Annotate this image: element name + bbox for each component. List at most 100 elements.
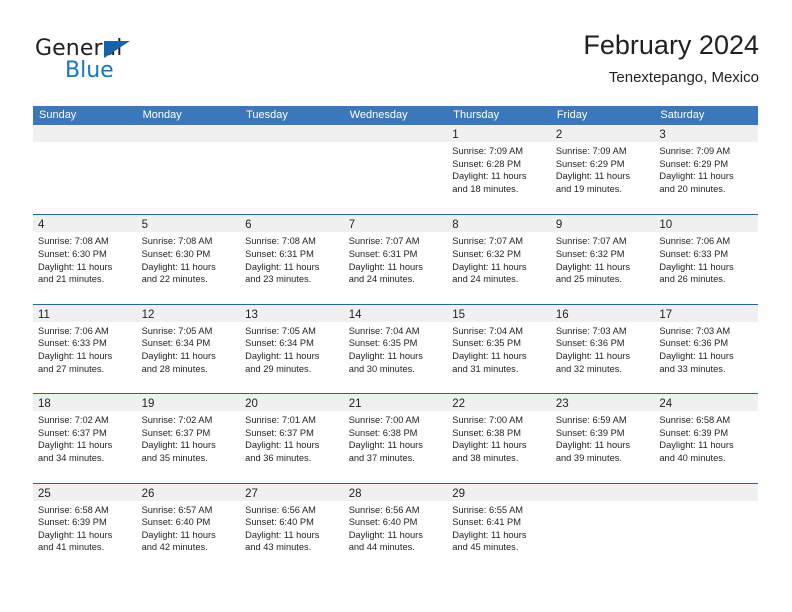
day-number-band: 13 — [240, 304, 344, 322]
calendar-weeks: 1 Sunrise: 7:09 AM Sunset: 6:28 PM Daylight… — [33, 125, 758, 572]
day-cell[interactable]: 8 Sunrise: 7:07 AM Sunset: 6:32 PM Daylight… — [447, 215, 551, 304]
day-cell[interactable]: 6 Sunrise: 7:08 AM Sunset: 6:31 PM Daylight… — [240, 215, 344, 304]
day-number: 8 — [452, 219, 459, 232]
day-number-band: 20 — [240, 394, 344, 412]
day-cell[interactable]: 15 Sunrise: 7:04 AM Sunset: 6:35 PM Dayligh… — [447, 304, 551, 393]
sunset-line: Sunset: 6:38 PM — [452, 427, 521, 438]
day-cell[interactable]: 22 Sunrise: 7:00 AM Sunset: 6:38 PM Dayligh… — [447, 394, 551, 482]
day-number: 13 — [245, 308, 258, 321]
day-number-band: 14 — [343, 304, 448, 322]
day-number: 10 — [659, 219, 673, 232]
sunrise-line: Sunrise: 7:05 AM — [245, 325, 316, 336]
day-cell-empty — [136, 125, 241, 213]
day-details: Sunrise: 6:55 AM Sunset: 6:41 PM Daylight:… — [447, 501, 551, 554]
daylight-line-2: and 26 minutes. — [659, 274, 726, 285]
sunrise-line: Sunrise: 7:05 AM — [141, 325, 213, 336]
daylight-line-2: and 31 minutes. — [452, 363, 519, 374]
day-number-band: 6 — [240, 215, 344, 233]
daylight-line-2: and 19 minutes. — [555, 183, 622, 194]
daylight-line-1: Daylight: 11 hours — [452, 440, 527, 451]
daylight-line-2: and 24 minutes. — [452, 274, 519, 285]
weekday-header-friday: Friday — [556, 109, 588, 121]
day-cell[interactable]: 18 Sunrise: 7:02 AM Sunset: 6:37 PM Dayligh… — [33, 394, 137, 482]
daylight-line-2: and 36 minutes. — [245, 452, 312, 463]
day-number: 15 — [452, 308, 466, 321]
day-number-band: 11 — [33, 304, 137, 322]
sunset-line: Sunset: 6:39 PM — [659, 427, 729, 438]
day-cell[interactable]: 20 Sunrise: 7:01 AM Sunset: 6:37 PM Dayligh… — [240, 394, 344, 482]
daylight-line-1: Daylight: 11 hours — [245, 350, 320, 361]
day-cell[interactable]: 11 Sunrise: 7:06 AM Sunset: 6:33 PM Dayligh… — [33, 304, 137, 393]
day-details: Sunrise: 7:03 AM Sunset: 6:36 PM Daylight:… — [654, 322, 758, 375]
sunrise-line: Sunrise: 6:56 AM — [348, 504, 420, 515]
day-cell[interactable]: 10 Sunrise: 7:06 AM Sunset: 6:33 PM Dayligh… — [654, 215, 758, 304]
sunrise-line: Sunrise: 7:07 AM — [452, 236, 524, 247]
daylight-line-2: and 40 minutes. — [659, 452, 726, 463]
sunset-line: Sunset: 6:29 PM — [659, 158, 729, 169]
daylight-line-1: Daylight: 11 hours — [245, 440, 320, 451]
daylight-line-1: Daylight: 11 hours — [659, 171, 734, 182]
daylight-line-2: and 28 minutes. — [141, 363, 208, 374]
day-cell[interactable]: 13 Sunrise: 7:05 AM Sunset: 6:34 PM Dayligh… — [240, 304, 344, 393]
day-details: Sunrise: 7:09 AM Sunset: 6:29 PM Daylight:… — [551, 142, 655, 195]
sunrise-line: Sunrise: 7:09 AM — [659, 146, 731, 156]
sunset-line: Sunset: 6:37 PM — [38, 427, 107, 438]
day-cell[interactable]: 16 Sunrise: 7:03 AM Sunset: 6:36 PM Dayligh… — [550, 304, 655, 393]
day-number-band — [343, 125, 448, 142]
day-cell[interactable]: 12 Sunrise: 7:05 AM Sunset: 6:34 PM Dayligh… — [136, 304, 241, 393]
day-cell[interactable]: 23 Sunrise: 6:59 AM Sunset: 6:39 PM Dayligh… — [550, 394, 655, 482]
day-cell[interactable]: 5 Sunrise: 7:08 AM Sunset: 6:30 PM Daylight… — [136, 215, 241, 304]
daylight-line-1: Daylight: 11 hours — [555, 261, 631, 272]
sunset-line: Sunset: 6:37 PM — [245, 427, 314, 438]
daylight-line-2: and 25 minutes. — [555, 274, 622, 285]
day-cell[interactable]: 26 Sunrise: 6:57 AM Sunset: 6:40 PM Dayligh… — [136, 483, 241, 572]
day-cell[interactable]: 24 Sunrise: 6:58 AM Sunset: 6:39 PM Dayligh… — [654, 394, 758, 482]
day-details: Sunrise: 6:58 AM Sunset: 6:39 PM Daylight:… — [33, 501, 137, 554]
day-cell[interactable]: 9 Sunrise: 7:07 AM Sunset: 6:32 PM Daylight… — [550, 215, 655, 304]
day-cell[interactable]: 4 Sunrise: 7:08 AM Sunset: 6:30 PM Daylight… — [33, 215, 137, 304]
day-cell[interactable]: 19 Sunrise: 7:02 AM Sunset: 6:37 PM Dayligh… — [136, 394, 241, 482]
daylight-line-2: and 20 minutes. — [659, 183, 726, 194]
day-number: 18 — [38, 398, 51, 411]
daylight-line-1: Daylight: 11 hours — [38, 440, 113, 451]
day-number: 6 — [245, 219, 252, 232]
day-cell[interactable]: 28 Sunrise: 6:56 AM Sunset: 6:40 PM Dayligh… — [343, 483, 448, 572]
day-cell[interactable]: 27 Sunrise: 6:56 AM Sunset: 6:40 PM Dayligh… — [240, 483, 344, 572]
day-number-band: 22 — [447, 394, 551, 412]
day-details: Sunrise: 7:09 AM Sunset: 6:28 PM Daylight:… — [447, 142, 551, 195]
day-details: Sunrise: 7:02 AM Sunset: 6:37 PM Daylight:… — [33, 411, 137, 464]
day-cell[interactable]: 1 Sunrise: 7:09 AM Sunset: 6:28 PM Daylight… — [447, 125, 551, 213]
day-cell[interactable]: 7 Sunrise: 7:07 AM Sunset: 6:31 PM Daylight… — [343, 215, 448, 304]
sunrise-line: Sunrise: 6:57 AM — [141, 504, 213, 515]
day-cell[interactable]: 21 Sunrise: 7:00 AM Sunset: 6:38 PM Dayligh… — [343, 394, 448, 482]
day-number-band: 26 — [136, 483, 241, 501]
day-details: Sunrise: 7:07 AM Sunset: 6:32 PM Daylight:… — [551, 232, 655, 285]
weekday-header-wednesday: Wednesday — [349, 109, 408, 121]
sunset-line: Sunset: 6:32 PM — [452, 248, 521, 259]
day-number-band: 19 — [136, 394, 241, 412]
day-number: 28 — [348, 487, 362, 500]
day-cell[interactable]: 3 Sunrise: 7:09 AM Sunset: 6:29 PM Daylight… — [654, 125, 758, 213]
day-number: 29 — [452, 487, 466, 500]
day-cell[interactable]: 25 Sunrise: 6:58 AM Sunset: 6:39 PM Dayligh… — [33, 483, 137, 572]
sunrise-line: Sunrise: 7:04 AM — [452, 325, 524, 336]
day-cell[interactable]: 14 Sunrise: 7:04 AM Sunset: 6:35 PM Dayligh… — [343, 304, 448, 393]
sunrise-line: Sunrise: 6:59 AM — [555, 415, 627, 426]
weekday-header-sunday: Sunday — [39, 109, 77, 121]
daylight-line-1: Daylight: 11 hours — [245, 261, 320, 272]
day-details: Sunrise: 7:07 AM Sunset: 6:31 PM Daylight:… — [344, 232, 448, 285]
day-cell[interactable]: 2 Sunrise: 7:09 AM Sunset: 6:29 PM Daylight… — [550, 125, 655, 213]
sunrise-line: Sunrise: 6:55 AM — [452, 504, 524, 515]
day-details: Sunrise: 7:04 AM Sunset: 6:35 PM Daylight:… — [447, 322, 551, 375]
daylight-line-1: Daylight: 11 hours — [452, 350, 527, 361]
day-cell[interactable]: 17 Sunrise: 7:03 AM Sunset: 6:36 PM Dayligh… — [654, 304, 758, 393]
day-number: 20 — [245, 398, 258, 411]
day-number-band: 28 — [343, 483, 448, 501]
sunset-line: Sunset: 6:34 PM — [141, 338, 211, 349]
day-cell[interactable]: 29 Sunrise: 6:55 AM Sunset: 6:41 PM Dayligh… — [447, 483, 551, 572]
daylight-line-2: and 44 minutes. — [348, 542, 415, 553]
day-number: 14 — [348, 308, 362, 321]
day-number: 4 — [38, 219, 45, 232]
sunrise-line: Sunrise: 7:03 AM — [659, 325, 731, 336]
daylight-line-2: and 43 minutes. — [245, 542, 312, 553]
